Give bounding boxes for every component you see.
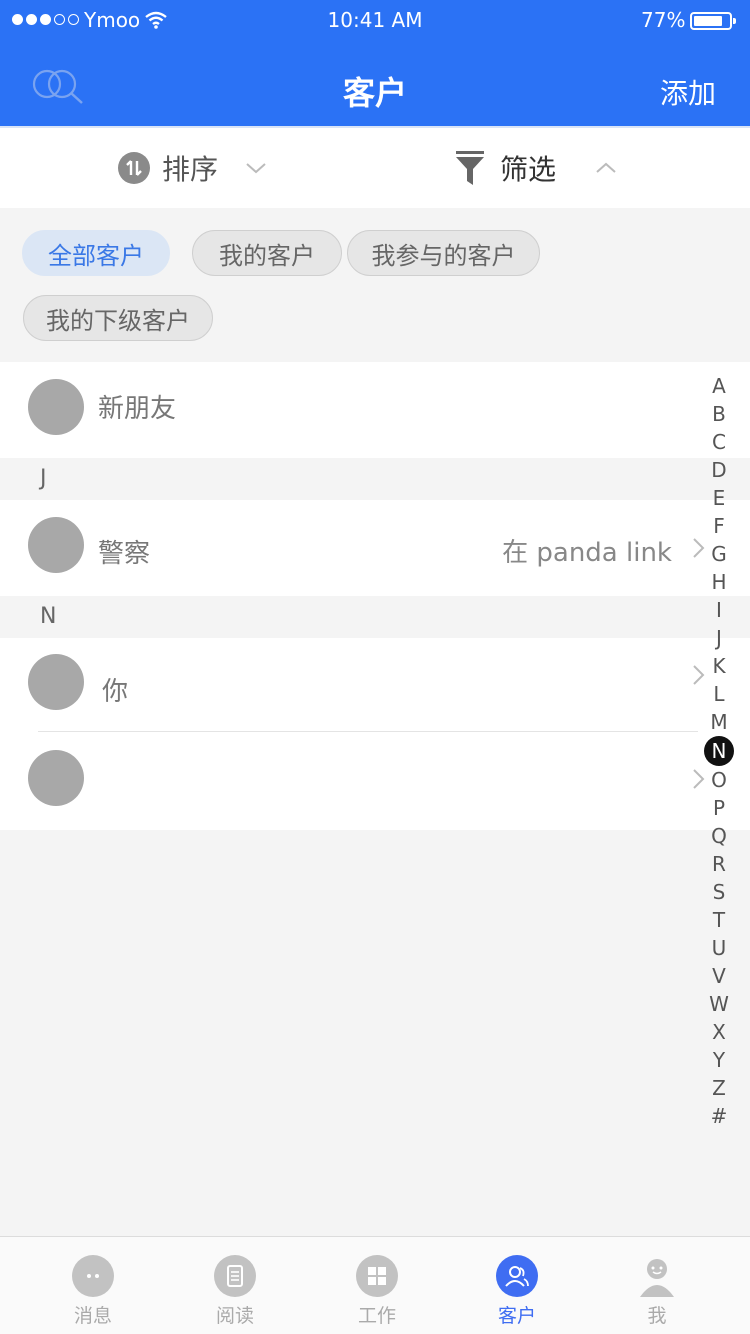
tab-messages[interactable]: 消息 (48, 1237, 138, 1334)
avatar (28, 750, 84, 806)
chevron-up-icon (596, 162, 616, 173)
list-item[interactable]: 你 (0, 638, 750, 732)
avatar (28, 517, 84, 573)
list-item-new-friends[interactable]: 新朋友 (0, 362, 750, 458)
avatar (28, 654, 84, 710)
index-letter-m[interactable]: M (704, 708, 734, 736)
contact-location: 在 panda link (502, 538, 672, 568)
index-letter-c[interactable]: C (704, 428, 734, 456)
chip-my-customers[interactable]: 我的客户 (192, 230, 342, 276)
sort-button[interactable]: 排序 (118, 148, 268, 188)
section-header-j: J (0, 460, 750, 500)
index-letter-o[interactable]: O (704, 766, 734, 794)
contact-name: 你 (102, 677, 129, 707)
battery-icon (690, 12, 736, 30)
status-bar: Ymoo 10:41 AM 77% (0, 0, 750, 40)
index-letter-d[interactable]: D (704, 456, 734, 484)
add-button[interactable]: 添加 (660, 72, 716, 112)
contact-name: 警察 (98, 539, 151, 569)
section-letter: J (40, 466, 47, 491)
index-letter-j[interactable]: J (704, 624, 734, 652)
index-letter-h[interactable]: H (704, 568, 734, 596)
index-letter-f[interactable]: F (704, 512, 734, 540)
index-letter-y[interactable]: Y (704, 1046, 734, 1074)
section-list-n: 你 (0, 638, 750, 830)
chip-all-customers[interactable]: 全部客户 (22, 230, 170, 276)
index-letter-b[interactable]: B (704, 400, 734, 428)
tab-label: 客户 (497, 1305, 536, 1327)
users-icon (496, 1255, 538, 1297)
sort-label: 排序 (162, 153, 219, 186)
index-letter-n[interactable]: N (704, 736, 734, 766)
top-bar: Ymoo 10:41 AM 77% 客户 添加 (0, 0, 750, 126)
chip-participated-customers[interactable]: 我参与的客户 (347, 230, 540, 276)
section-letter: N (40, 604, 57, 629)
document-icon (214, 1255, 256, 1297)
avatar (28, 379, 84, 435)
message-icon (72, 1255, 114, 1297)
section-header-n: N (0, 598, 750, 638)
list-item[interactable] (0, 732, 750, 830)
tab-label: 消息 (73, 1305, 112, 1327)
battery-percent: 77% (641, 8, 686, 32)
tab-me[interactable]: 我 (612, 1237, 702, 1334)
filter-label: 筛选 (500, 153, 557, 186)
index-letter-x[interactable]: X (704, 1018, 734, 1046)
index-letter-p[interactable]: P (704, 794, 734, 822)
sort-icon (118, 152, 150, 184)
index-letter-a[interactable]: A (704, 372, 734, 400)
page-title: 客户 (342, 74, 407, 112)
index-letter-q[interactable]: Q (704, 822, 734, 850)
grid-icon (356, 1255, 398, 1297)
index-letter-s[interactable]: S (704, 878, 734, 906)
tab-reading[interactable]: 阅读 (190, 1237, 280, 1334)
tab-customers[interactable]: 客户 (472, 1237, 562, 1334)
index-letter-v[interactable]: V (704, 962, 734, 990)
index-letter-r[interactable]: R (704, 850, 734, 878)
sort-filter-bar: 排序 筛选 (0, 126, 750, 208)
alphabet-index[interactable]: A B C D E F G H I J K L M N O P Q R S T U V W X Y Z # (704, 372, 734, 1130)
chip-subordinate-customers[interactable]: 我的下级客户 (23, 295, 213, 341)
index-letter-l[interactable]: L (704, 680, 734, 708)
person-icon (636, 1255, 678, 1297)
status-time: 10:41 AM (327, 8, 423, 32)
index-letter-u[interactable]: U (704, 934, 734, 962)
index-letter-g[interactable]: G (704, 540, 734, 568)
chevron-down-icon (246, 163, 266, 174)
tab-label: 工作 (357, 1305, 396, 1327)
index-letter-hash[interactable]: # (704, 1102, 734, 1130)
contact-name: 新朋友 (98, 394, 177, 424)
index-letter-i[interactable]: I (704, 596, 734, 624)
index-letter-w[interactable]: W (704, 990, 734, 1018)
index-letter-t[interactable]: T (704, 906, 734, 934)
tab-label: 我 (647, 1305, 667, 1327)
index-letter-z[interactable]: Z (704, 1074, 734, 1102)
tab-bar: 消息 阅读 工作 客户 我 (0, 1236, 750, 1334)
tab-work[interactable]: 工作 (332, 1237, 422, 1334)
filter-button[interactable]: 筛选 (456, 148, 618, 188)
index-letter-k[interactable]: K (704, 652, 734, 680)
tab-label: 阅读 (215, 1305, 254, 1327)
funnel-icon (456, 151, 484, 185)
index-letter-e[interactable]: E (704, 484, 734, 512)
list-item[interactable]: 警察 在 panda link (0, 500, 750, 596)
